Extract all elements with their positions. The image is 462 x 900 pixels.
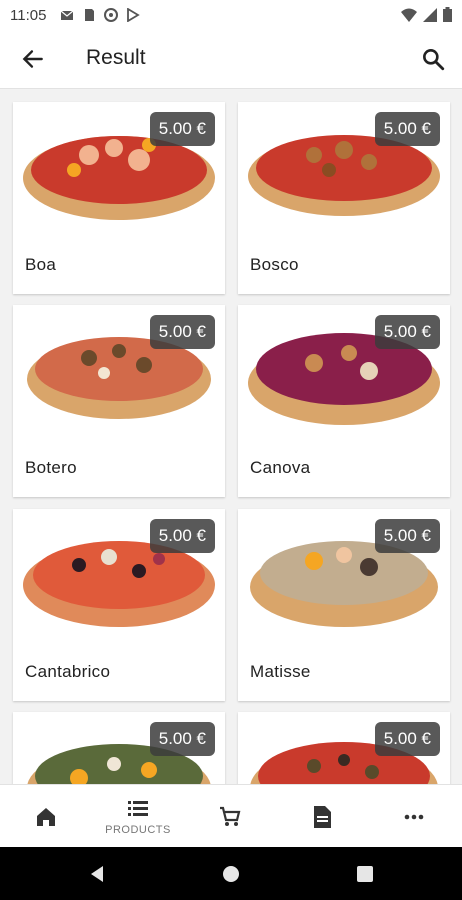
price-badge: 5.00 € bbox=[374, 315, 440, 349]
product-card[interactable]: 5.00 € bbox=[13, 712, 225, 784]
status-bar: 11:05 bbox=[0, 0, 462, 30]
product-grid: 5.00 € Boa 5.00 € Bosco 5.00 € Botero 5.… bbox=[0, 88, 462, 784]
back-arrow-icon[interactable] bbox=[20, 46, 46, 72]
product-card[interactable]: 5.00 € Boa bbox=[13, 102, 225, 294]
bottom-navigation: PRODUCTS bbox=[0, 784, 462, 848]
product-name: Matisse bbox=[250, 662, 311, 681]
document-icon bbox=[314, 805, 331, 828]
nav-more[interactable] bbox=[368, 785, 460, 848]
price-badge: 5.00 € bbox=[149, 722, 215, 756]
system-home-icon[interactable] bbox=[220, 863, 242, 885]
product-name: Botero bbox=[25, 458, 77, 477]
wifi-icon bbox=[401, 8, 417, 22]
price-badge: 5.00 € bbox=[374, 519, 440, 553]
nav-home[interactable] bbox=[0, 785, 92, 848]
sd-card-icon bbox=[85, 9, 95, 21]
product-name: Canova bbox=[250, 458, 311, 477]
more-icon bbox=[404, 814, 424, 819]
search-icon[interactable] bbox=[420, 46, 446, 72]
status-time: 11:05 bbox=[10, 6, 47, 24]
nav-documents[interactable] bbox=[276, 785, 368, 848]
price-badge: 5.00 € bbox=[149, 112, 215, 146]
app-bar: Result bbox=[0, 30, 462, 89]
nav-products-label: PRODUCTS bbox=[105, 823, 171, 836]
nav-products[interactable]: PRODUCTS bbox=[92, 785, 184, 848]
product-name: Boa bbox=[25, 255, 57, 274]
product-card[interactable]: 5.00 € Botero bbox=[13, 305, 225, 497]
home-icon bbox=[37, 807, 55, 826]
price-badge: 5.00 € bbox=[149, 315, 215, 349]
battery-icon bbox=[443, 7, 452, 22]
product-name: Cantabrico bbox=[25, 662, 111, 681]
product-card[interactable]: 5.00 € bbox=[238, 712, 450, 784]
system-navigation-bar bbox=[0, 847, 462, 900]
price-badge: 5.00 € bbox=[374, 722, 440, 756]
price-badge: 5.00 € bbox=[374, 112, 440, 146]
product-card[interactable]: 5.00 € Cantabrico bbox=[13, 509, 225, 701]
product-card[interactable]: 5.00 € Canova bbox=[238, 305, 450, 497]
product-name: Bosco bbox=[250, 255, 299, 274]
circle-status-icon bbox=[104, 8, 119, 22]
product-card[interactable]: 5.00 € Matisse bbox=[238, 509, 450, 701]
system-recents-icon[interactable] bbox=[354, 863, 376, 885]
product-card[interactable]: 5.00 € Bosco bbox=[238, 102, 450, 294]
page-title: Result bbox=[86, 46, 146, 69]
price-badge: 5.00 € bbox=[149, 519, 215, 553]
signal-icon bbox=[423, 7, 437, 22]
cart-icon bbox=[220, 806, 241, 826]
nav-cart[interactable] bbox=[184, 785, 276, 848]
system-back-icon[interactable] bbox=[86, 863, 108, 885]
mail-icon bbox=[61, 10, 74, 20]
list-icon bbox=[128, 800, 148, 816]
play-store-icon bbox=[127, 8, 141, 22]
